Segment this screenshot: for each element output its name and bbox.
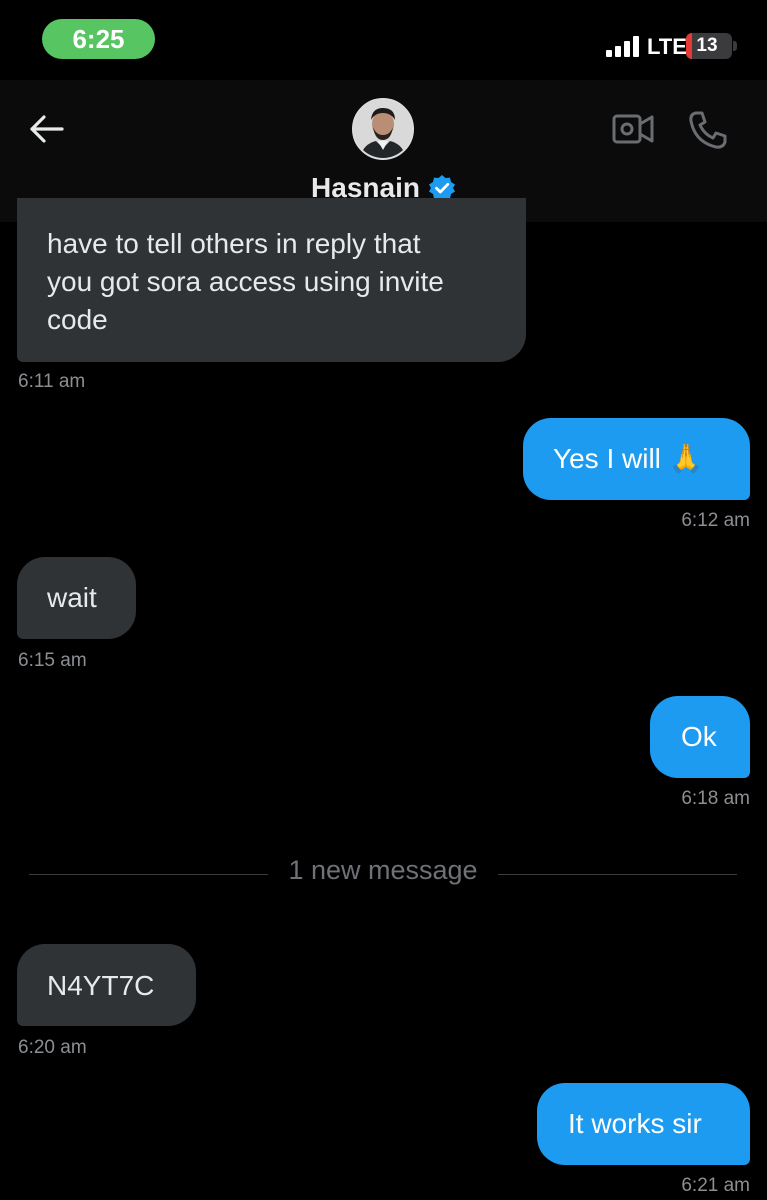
- phone-call-icon[interactable]: [688, 110, 728, 150]
- battery-icon: 13: [686, 33, 732, 59]
- back-arrow-icon[interactable]: [28, 114, 64, 144]
- message-line: have to tell others in reply that: [47, 228, 421, 259]
- divider-line-left: [29, 874, 268, 875]
- message-line: code: [47, 304, 108, 335]
- signal-strength-icon: [606, 35, 642, 57]
- message-text: N4YT7C: [47, 970, 155, 1001]
- message-bubble-incoming[interactable]: wait: [17, 557, 136, 639]
- message-text: It works sir: [568, 1108, 702, 1139]
- divider-line-right: [498, 874, 737, 875]
- message-timestamp: 6:18 am: [681, 788, 750, 809]
- message-timestamp: 6:12 am: [681, 510, 750, 531]
- message-bubble-incoming[interactable]: have to tell others in reply that you go…: [17, 198, 526, 362]
- message-timestamp: 6:15 am: [18, 650, 87, 671]
- battery-tip: [733, 41, 737, 51]
- avatar[interactable]: [352, 98, 414, 160]
- new-message-divider: 1 new message: [288, 855, 478, 885]
- message-timestamp: 6:11 am: [18, 371, 86, 392]
- status-time: 6:25: [42, 19, 155, 59]
- network-type: LTE: [647, 34, 687, 59]
- battery-level: 13: [696, 35, 718, 56]
- message-bubble-outgoing[interactable]: Yes I will 🙏: [523, 418, 750, 500]
- message-text: wait: [47, 582, 97, 613]
- message-line: you got sora access using invite: [47, 266, 444, 297]
- message-bubble-outgoing[interactable]: Ok: [650, 696, 750, 778]
- message-timestamp: 6:20 am: [18, 1037, 87, 1058]
- message-bubble-incoming[interactable]: N4YT7C: [17, 944, 196, 1026]
- video-call-icon[interactable]: [612, 112, 654, 146]
- message-text: Yes I will 🙏: [553, 443, 704, 474]
- message-bubble-outgoing[interactable]: It works sir: [537, 1083, 750, 1165]
- message-timestamp: 6:21 am: [681, 1175, 750, 1196]
- status-bar: 6:25 LTE 13: [0, 0, 767, 80]
- message-text: Ok: [681, 721, 717, 752]
